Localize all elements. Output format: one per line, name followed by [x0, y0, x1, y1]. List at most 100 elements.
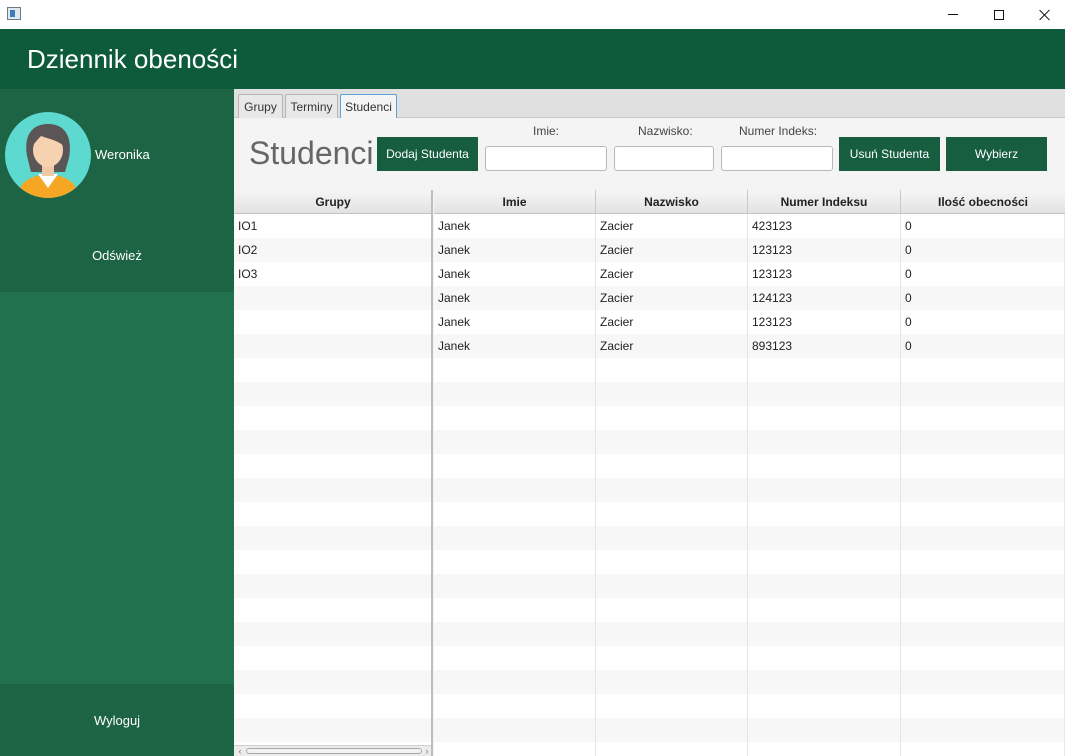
first-name-cell [434, 406, 596, 430]
empty-table-row[interactable] [234, 694, 431, 718]
empty-table-row[interactable] [434, 406, 1065, 430]
app-header: Dziennik obeności [0, 29, 1065, 89]
empty-table-row[interactable] [234, 526, 431, 550]
empty-table-row[interactable] [434, 454, 1065, 478]
empty-table-row[interactable] [234, 358, 431, 382]
close-icon [1039, 9, 1051, 21]
empty-table-row[interactable] [434, 694, 1065, 718]
empty-table-row[interactable] [234, 430, 431, 454]
empty-table-row[interactable] [434, 550, 1065, 574]
table-row[interactable]: Janek Zacier 123123 0 [434, 262, 1065, 286]
attendance-count-cell [901, 430, 1065, 454]
last-name-cell [596, 670, 748, 694]
horizontal-scrollbar[interactable]: ‹ › [234, 745, 431, 756]
empty-table-row[interactable] [234, 574, 431, 598]
last-name-cell: Zacier [596, 262, 748, 286]
tab-grupy[interactable]: Grupy [238, 94, 283, 118]
attendance-count-cell [901, 550, 1065, 574]
minimize-button[interactable] [930, 0, 976, 29]
groups-table[interactable]: Grupy IO1 IO2 IO3 ‹ › [234, 190, 433, 756]
empty-table-row[interactable] [434, 430, 1065, 454]
last-name-cell: Zacier [596, 334, 748, 358]
tab-studenci[interactable]: Studenci [340, 94, 397, 119]
last-name-cell: Zacier [596, 310, 748, 334]
empty-table-row[interactable] [434, 646, 1065, 670]
empty-table-row[interactable] [434, 478, 1065, 502]
empty-table-row[interactable] [434, 622, 1065, 646]
students-table[interactable]: Imie Nazwisko Numer Indeksu Ilość obecno… [434, 190, 1065, 756]
index-number-cell: 123123 [748, 262, 901, 286]
empty-table-row[interactable] [434, 742, 1065, 756]
empty-table-row[interactable] [234, 502, 431, 526]
index-number-cell [748, 502, 901, 526]
scrollbar-thumb[interactable] [246, 748, 422, 754]
maximize-icon [994, 9, 1004, 20]
maximize-button[interactable] [976, 0, 1022, 29]
tab-terminy[interactable]: Terminy [285, 94, 338, 118]
remove-student-button[interactable]: Usuń Studenta [839, 137, 940, 171]
attendance-count-cell [901, 502, 1065, 526]
logout-button[interactable]: Wyloguj [0, 684, 234, 756]
table-row[interactable]: Janek Zacier 123123 0 [434, 310, 1065, 334]
refresh-button[interactable]: Odśwież [0, 229, 234, 281]
table-row[interactable]: Janek Zacier 893123 0 [434, 334, 1065, 358]
empty-table-row[interactable] [434, 526, 1065, 550]
empty-table-row[interactable] [234, 310, 431, 334]
first-name-cell [434, 646, 596, 670]
table-row[interactable]: IO3 [234, 262, 431, 286]
groups-table-body: IO1 IO2 IO3 [234, 214, 431, 756]
attendance-count-cell [901, 694, 1065, 718]
table-row[interactable]: IO1 [234, 214, 431, 238]
empty-table-row[interactable] [234, 598, 431, 622]
empty-table-row[interactable] [434, 382, 1065, 406]
close-button[interactable] [1022, 0, 1065, 29]
scroll-right-arrow-icon[interactable]: › [422, 746, 431, 756]
empty-table-row[interactable] [234, 670, 431, 694]
column-header-nazwisko[interactable]: Nazwisko [596, 190, 748, 214]
index-number-cell [748, 430, 901, 454]
empty-table-row[interactable] [434, 358, 1065, 382]
last-name-field[interactable] [614, 146, 714, 171]
empty-table-row[interactable] [234, 478, 431, 502]
empty-table-row[interactable] [234, 334, 431, 358]
empty-table-row[interactable] [434, 598, 1065, 622]
attendance-count-cell [901, 646, 1065, 670]
empty-table-row[interactable] [234, 718, 431, 742]
table-row[interactable]: Janek Zacier 124123 0 [434, 286, 1065, 310]
minimize-icon [948, 14, 958, 15]
last-name-cell [596, 742, 748, 756]
empty-table-row[interactable] [434, 718, 1065, 742]
column-header-imie[interactable]: Imie [434, 190, 596, 214]
attendance-count-cell: 0 [901, 214, 1065, 238]
first-name-field[interactable] [485, 146, 607, 171]
empty-table-row[interactable] [234, 454, 431, 478]
table-row[interactable]: Janek Zacier 123123 0 [434, 238, 1065, 262]
empty-table-row[interactable] [434, 574, 1065, 598]
empty-table-row[interactable] [434, 502, 1065, 526]
empty-table-row[interactable] [234, 406, 431, 430]
attendance-count-cell [901, 406, 1065, 430]
tab-bar: Grupy Terminy Studenci [234, 89, 1065, 119]
first-name-label: Imie: [533, 124, 560, 138]
select-button[interactable]: Wybierz [946, 137, 1047, 171]
last-name-cell [596, 622, 748, 646]
empty-table-row[interactable] [234, 286, 431, 310]
add-student-button[interactable]: Dodaj Studenta [377, 137, 478, 171]
empty-table-row[interactable] [434, 670, 1065, 694]
group-name-cell: IO3 [234, 262, 431, 286]
first-name-cell [434, 598, 596, 622]
column-header-grupy[interactable]: Grupy [234, 190, 431, 214]
column-header-ilosc-obecnosci[interactable]: Ilość obecności [901, 190, 1065, 214]
empty-table-row[interactable] [234, 622, 431, 646]
column-header-numer-indeksu[interactable]: Numer Indeksu [748, 190, 901, 214]
group-name-cell: IO1 [234, 214, 431, 238]
scroll-left-arrow-icon[interactable]: ‹ [235, 746, 245, 756]
table-row[interactable]: Janek Zacier 423123 0 [434, 214, 1065, 238]
table-row[interactable]: IO2 [234, 238, 431, 262]
last-name-cell [596, 382, 748, 406]
attendance-count-cell [901, 526, 1065, 550]
empty-table-row[interactable] [234, 550, 431, 574]
empty-table-row[interactable] [234, 646, 431, 670]
index-number-field[interactable] [721, 146, 833, 171]
empty-table-row[interactable] [234, 382, 431, 406]
